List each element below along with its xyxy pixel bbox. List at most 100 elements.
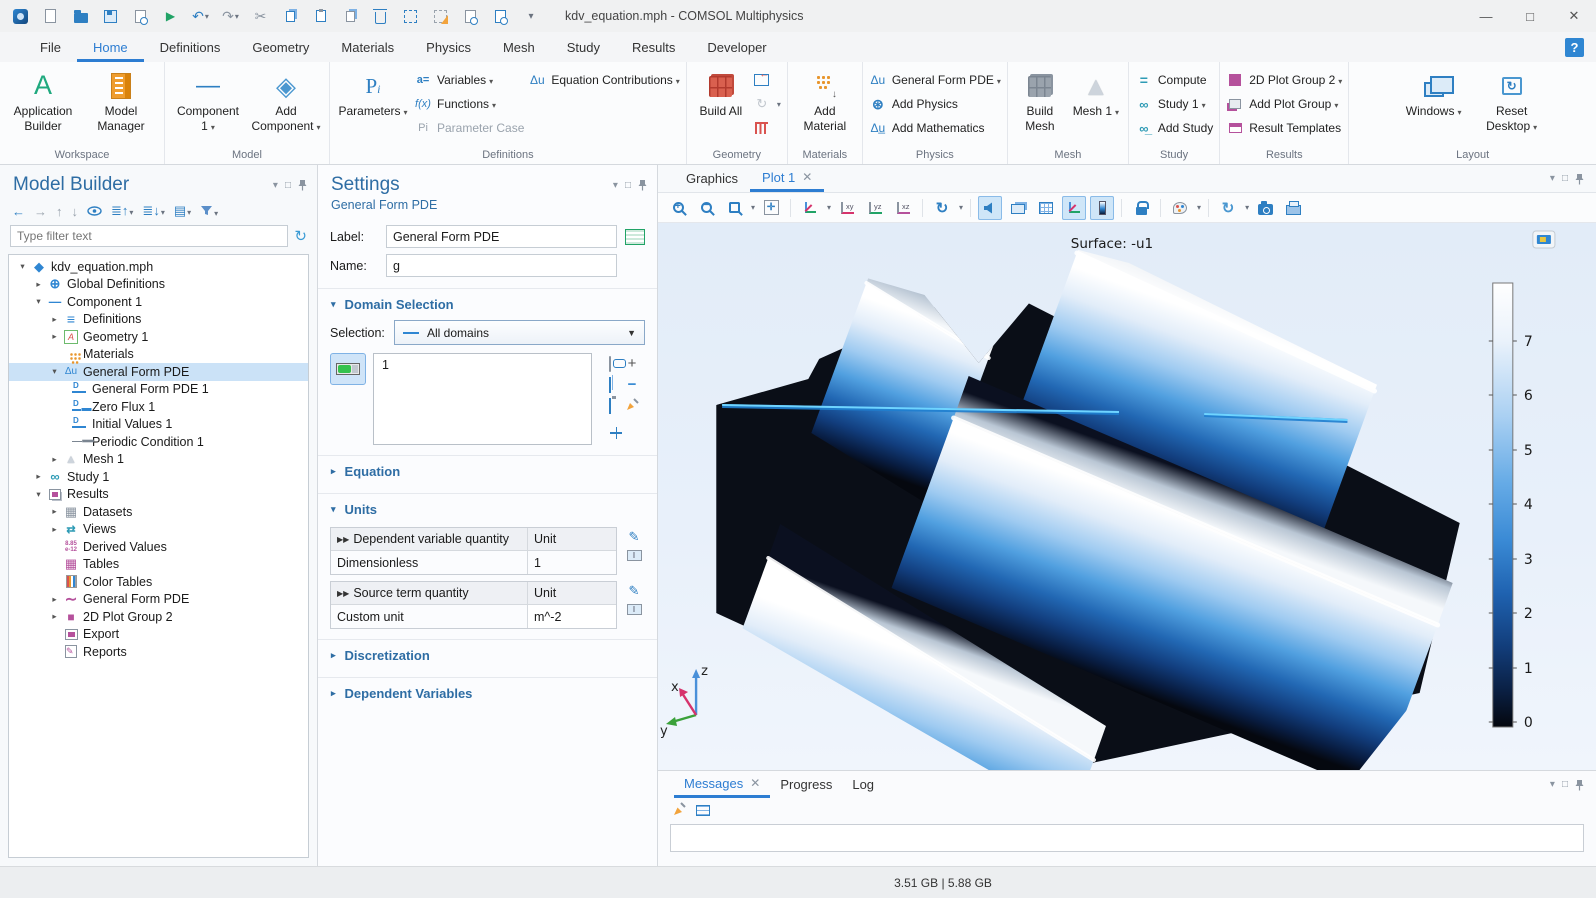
nav-back-icon[interactable]: ←: [12, 204, 25, 219]
plot-canvas[interactable]: Surface: -u1: [658, 223, 1596, 770]
copy-icon[interactable]: [282, 8, 299, 25]
tree-item-periodic-condition1[interactable]: Periodic Condition 1: [9, 433, 308, 451]
run-icon[interactable]: ▶: [162, 8, 179, 25]
menu-materials[interactable]: Materials: [325, 32, 410, 62]
zoom-box-icon[interactable]: [722, 196, 746, 220]
tree-item-general-form-pde-results[interactable]: General Form PDE: [9, 591, 308, 609]
panel-menu-icon[interactable]: ▾: [1550, 173, 1555, 184]
zoom-out-icon[interactable]: [694, 196, 718, 220]
result-templates-button[interactable]: Result Templates: [1226, 120, 1342, 136]
show-icon[interactable]: [87, 204, 102, 219]
sort-icon[interactable]: ▶▶: [337, 535, 349, 544]
help-button[interactable]: ?: [1565, 38, 1584, 57]
tree-item-general-form-pde1[interactable]: General Form PDE 1: [9, 381, 308, 399]
reset-desktop-button[interactable]: ↻ Reset Desktop: [1475, 65, 1549, 134]
find-settings-icon[interactable]: [492, 8, 509, 25]
model-manager-button[interactable]: Model Manager: [84, 65, 158, 134]
tree-item-definitions[interactable]: Definitions: [9, 311, 308, 329]
tab-progress[interactable]: Progress: [770, 771, 842, 798]
unit-cell[interactable]: 1: [528, 551, 616, 574]
tree-item-component1[interactable]: Component 1: [9, 293, 308, 311]
partition-button[interactable]: [753, 120, 781, 136]
move-down-icon[interactable]: ↓: [72, 204, 79, 219]
sound-icon[interactable]: [978, 196, 1002, 220]
unit-cell[interactable]: m^-2: [528, 605, 616, 628]
menu-file[interactable]: File: [24, 32, 77, 62]
paste-icon[interactable]: [312, 8, 329, 25]
menu-geometry[interactable]: Geometry: [236, 32, 325, 62]
add-material-button[interactable]: Add Material: [794, 65, 856, 134]
maximize-button[interactable]: □: [1508, 0, 1552, 32]
change-unit-icon[interactable]: I: [627, 550, 642, 561]
expand-tree-icon[interactable]: ≣↑▾: [111, 203, 133, 219]
change-unit-icon[interactable]: I: [627, 604, 642, 615]
tree-item-mesh1[interactable]: Mesh 1: [9, 451, 308, 469]
section-dependent-variables[interactable]: Dependent Variables: [318, 677, 657, 707]
tab-messages[interactable]: Messages✕: [674, 771, 770, 798]
save-icon[interactable]: [102, 8, 119, 25]
application-builder-button[interactable]: A Application Builder: [6, 65, 80, 134]
add-plot-group-button[interactable]: Add Plot Group: [1226, 96, 1342, 112]
view-xz-icon[interactable]: xz: [891, 196, 915, 220]
panel-menu-icon[interactable]: ▾: [273, 180, 278, 191]
parameter-case-button[interactable]: PiParameter Case: [414, 120, 524, 136]
menu-results[interactable]: Results: [616, 32, 691, 62]
open-icon[interactable]: [72, 8, 89, 25]
compute-button[interactable]: =Compute: [1135, 72, 1213, 88]
windows-button[interactable]: Windows: [1397, 65, 1471, 119]
node-grouping-icon[interactable]: ▤▾: [174, 203, 191, 219]
quantity-cell[interactable]: Dimensionless: [331, 551, 528, 574]
create-selection-icon[interactable]: [609, 357, 611, 371]
tree-item-color-tables[interactable]: Color Tables: [9, 573, 308, 591]
close-tab-icon[interactable]: ✕: [750, 776, 760, 790]
add-study-button[interactable]: ∞̲Add Study: [1135, 120, 1213, 136]
messages-output[interactable]: [670, 824, 1584, 852]
tree-item-global-definitions[interactable]: Global Definitions: [9, 276, 308, 294]
edit-quantity-icon[interactable]: ✎: [629, 529, 640, 545]
panel-pin-icon[interactable]: [1575, 779, 1584, 791]
nav-forward-icon[interactable]: →: [34, 204, 47, 219]
cut-icon[interactable]: ✂: [252, 8, 269, 25]
tree-item-tables[interactable]: Tables: [9, 556, 308, 574]
expander-icon[interactable]: [31, 489, 46, 500]
sync-icon[interactable]: ↻: [1216, 196, 1240, 220]
tree-item-reports[interactable]: Reports: [9, 643, 308, 661]
select-box-icon[interactable]: [402, 8, 419, 25]
grid-icon[interactable]: [1034, 196, 1058, 220]
menu-mesh[interactable]: Mesh: [487, 32, 551, 62]
build-mesh-button[interactable]: Build Mesh: [1014, 65, 1066, 134]
tab-plot1[interactable]: Plot 1✕: [750, 165, 824, 192]
toolbar-more-icon[interactable]: ▾: [522, 8, 539, 25]
component1-button[interactable]: — Component 1: [171, 65, 245, 134]
build-all-button[interactable]: Build All: [693, 65, 749, 119]
expander-icon[interactable]: [15, 261, 30, 272]
plot-thumbnail-icon[interactable]: [1533, 231, 1555, 248]
expander-icon[interactable]: [31, 279, 46, 290]
tree-item-initial-values1[interactable]: Initial Values 1: [9, 416, 308, 434]
expander-icon[interactable]: [31, 471, 46, 482]
lock-view-icon[interactable]: [1129, 196, 1153, 220]
expander-icon[interactable]: [47, 331, 62, 342]
scene-light-icon[interactable]: [1006, 196, 1030, 220]
section-discretization[interactable]: Discretization: [318, 639, 657, 669]
tree-item-export[interactable]: Export: [9, 626, 308, 644]
snapshot-icon[interactable]: [1253, 196, 1277, 220]
panel-float-icon[interactable]: □: [625, 180, 631, 191]
section-domain-selection[interactable]: Domain Selection: [318, 288, 657, 318]
delete-icon[interactable]: [372, 8, 389, 25]
section-units[interactable]: Units: [318, 493, 657, 523]
minimize-button[interactable]: —: [1464, 0, 1508, 32]
tree-item-datasets[interactable]: Datasets: [9, 503, 308, 521]
tree-item-views[interactable]: Views: [9, 521, 308, 539]
edit-quantity-icon[interactable]: ✎: [629, 583, 640, 599]
tree-item-general-form-pde[interactable]: General Form PDE: [9, 363, 308, 381]
undo-icon[interactable]: ↶▾: [192, 8, 209, 25]
expander-icon[interactable]: [47, 594, 62, 605]
zoom-extents-icon[interactable]: ✛: [759, 196, 783, 220]
menu-home[interactable]: Home: [77, 32, 144, 62]
expander-icon[interactable]: [47, 524, 62, 535]
clear-selection-icon[interactable]: [626, 398, 639, 414]
sort-icon[interactable]: ▶▶: [337, 589, 349, 598]
tree-item-study1[interactable]: Study 1: [9, 468, 308, 486]
clear-selection-icon[interactable]: [432, 8, 449, 25]
